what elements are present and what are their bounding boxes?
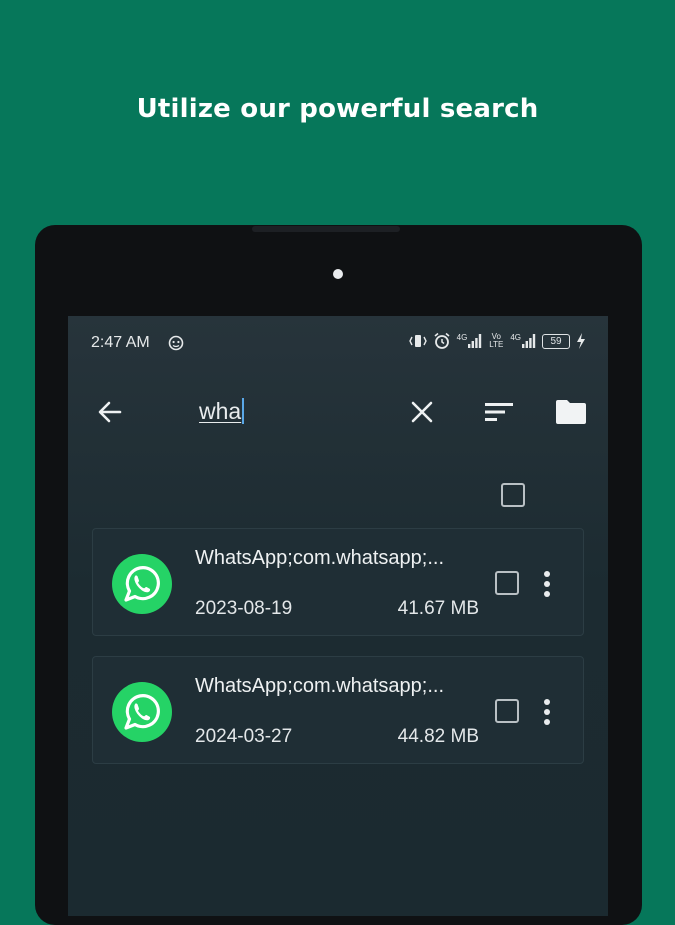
item-checkbox[interactable] bbox=[495, 699, 519, 723]
promo-headline: Utilize our powerful search bbox=[136, 94, 539, 124]
front-camera bbox=[333, 269, 343, 279]
whatsapp-icon bbox=[112, 554, 172, 614]
close-icon bbox=[411, 401, 433, 423]
folder-icon bbox=[556, 400, 586, 424]
search-toolbar: wha bbox=[68, 388, 608, 436]
result-item[interactable]: WhatsApp;com.whatsapp;... 2023-08-19 41.… bbox=[92, 528, 584, 636]
text-cursor bbox=[242, 398, 245, 424]
more-vert-icon bbox=[544, 571, 550, 577]
status-time: 2:47 AM bbox=[91, 334, 150, 351]
battery-icon: 59 bbox=[542, 333, 570, 349]
alarm-icon bbox=[434, 332, 450, 349]
tablet-notch bbox=[252, 226, 400, 232]
more-options-button[interactable] bbox=[537, 697, 557, 727]
status-bar: 2:47 AM 4G Vo LTE 4G 59 bbox=[68, 316, 608, 368]
search-input[interactable]: wha bbox=[199, 398, 245, 425]
file-date: 2024-03-27 bbox=[195, 726, 293, 747]
select-all-checkbox[interactable] bbox=[501, 483, 525, 507]
volte-label: Vo LTE bbox=[489, 332, 504, 349]
vibrate-icon bbox=[408, 335, 427, 347]
folder-button[interactable] bbox=[553, 394, 589, 430]
file-size: 41.67 MB bbox=[397, 598, 479, 619]
file-date: 2023-08-19 bbox=[195, 598, 293, 619]
item-checkbox[interactable] bbox=[495, 571, 519, 595]
app-screen: 2:47 AM 4G Vo LTE 4G 59 wha WhatsApp;com… bbox=[68, 316, 608, 916]
file-name: WhatsApp;com.whatsapp;... bbox=[195, 547, 445, 569]
sort-button[interactable] bbox=[481, 394, 517, 430]
file-name: WhatsApp;com.whatsapp;... bbox=[195, 675, 445, 697]
result-item[interactable]: WhatsApp;com.whatsapp;... 2024-03-27 44.… bbox=[92, 656, 584, 764]
back-button[interactable] bbox=[92, 394, 128, 430]
more-vert-icon bbox=[544, 699, 550, 705]
arrow-left-icon bbox=[98, 401, 122, 423]
clear-search-button[interactable] bbox=[404, 394, 440, 430]
signal-bars-icon bbox=[522, 334, 536, 348]
more-options-button[interactable] bbox=[537, 569, 557, 599]
search-query-text: wha bbox=[199, 398, 242, 424]
signal-1: 4G bbox=[457, 334, 483, 348]
signal-2: 4G bbox=[510, 334, 536, 348]
file-size: 44.82 MB bbox=[397, 726, 479, 747]
status-icons: 4G Vo LTE 4G 59 bbox=[408, 332, 586, 350]
charging-icon bbox=[577, 333, 585, 349]
whatsapp-icon bbox=[112, 682, 172, 742]
signal-bars-icon bbox=[468, 334, 482, 348]
notification-face-icon bbox=[168, 335, 184, 351]
sort-icon bbox=[485, 403, 513, 421]
